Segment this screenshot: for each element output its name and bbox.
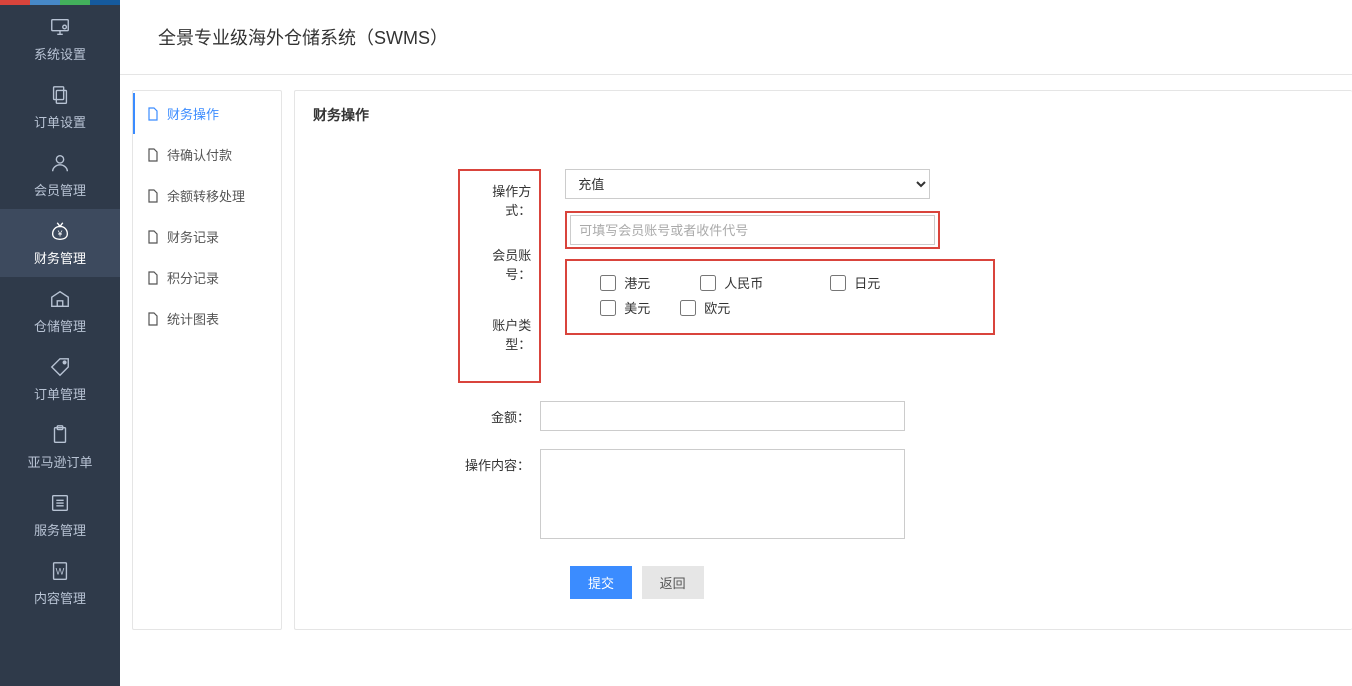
sidebar-item-finance-management[interactable]: ¥ 财务管理 — [0, 209, 120, 277]
checkbox-input-eur[interactable] — [680, 300, 696, 316]
highlighted-label-group: 操作方式： 会员账号： 账户类型： — [458, 169, 541, 383]
sidebar-item-content-management[interactable]: W 内容管理 — [0, 549, 120, 617]
warehouse-icon — [48, 287, 72, 311]
submenu-item-balance-transfer[interactable]: 余额转移处理 — [133, 175, 281, 216]
highlighted-member-account — [565, 211, 940, 249]
top-color-strip — [0, 0, 120, 5]
submenu-item-finance-operation[interactable]: 财务操作 — [133, 93, 281, 134]
checkbox-input-usd[interactable] — [600, 300, 616, 316]
highlighted-account-type: 港元 人民币 日元 — [565, 259, 995, 335]
document-icon — [147, 148, 159, 162]
checkbox-usd[interactable]: 美元 — [600, 298, 680, 317]
checkbox-input-jpy[interactable] — [830, 275, 846, 291]
account-type-label: 账户类型： — [460, 293, 539, 381]
money-bag-icon: ¥ — [48, 219, 72, 243]
svg-text:¥: ¥ — [57, 230, 63, 239]
page-header: 全景专业级海外仓储系统（SWMS） — [120, 0, 1352, 75]
submenu: 财务操作 待确认付款 余额转移处理 财务记录 积分记录 统计图表 — [132, 90, 282, 630]
monitor-gear-icon — [48, 15, 72, 39]
list-icon — [48, 491, 72, 515]
submenu-label: 财务记录 — [167, 227, 219, 246]
sidebar-item-member-management[interactable]: 会员管理 — [0, 141, 120, 209]
documents-icon — [48, 83, 72, 107]
checkbox-label: 日元 — [854, 273, 880, 292]
sidebar-item-label: 服务管理 — [34, 520, 86, 539]
sidebar-item-label: 仓储管理 — [34, 316, 86, 335]
sidebar-item-order-settings[interactable]: 订单设置 — [0, 73, 120, 141]
checkbox-input-hkd[interactable] — [600, 275, 616, 291]
sidebar-item-amazon-orders[interactable]: 亚马逊订单 — [0, 413, 120, 481]
submit-button[interactable]: 提交 — [570, 566, 632, 599]
sidebar-item-label: 会员管理 — [34, 180, 86, 199]
submenu-label: 待确认付款 — [167, 145, 232, 164]
operation-mode-label: 操作方式： — [460, 171, 539, 229]
document-icon — [147, 271, 159, 285]
checkbox-label: 欧元 — [704, 298, 730, 317]
document-icon — [147, 189, 159, 203]
checkbox-jpy[interactable]: 日元 — [830, 273, 940, 292]
amount-label: 金额： — [295, 401, 540, 426]
sidebar-item-label: 订单设置 — [34, 112, 86, 131]
submenu-label: 财务操作 — [167, 104, 219, 123]
sidebar-item-label: 内容管理 — [34, 588, 86, 607]
sidebar-item-label: 亚马逊订单 — [27, 452, 92, 471]
submenu-item-points-records[interactable]: 积分记录 — [133, 257, 281, 298]
sidebar-item-warehouse-management[interactable]: 仓储管理 — [0, 277, 120, 345]
submenu-label: 积分记录 — [167, 268, 219, 287]
checkbox-cny[interactable]: 人民币 — [700, 273, 830, 292]
main-panel: 财务操作 操作方式： 会员账号： 账户类型： 充值 — [294, 90, 1352, 630]
checkbox-input-cny[interactable] — [700, 275, 716, 291]
checkbox-eur[interactable]: 欧元 — [680, 298, 780, 317]
back-button[interactable]: 返回 — [642, 566, 704, 599]
submenu-label: 余额转移处理 — [167, 186, 245, 205]
submenu-item-finance-records[interactable]: 财务记录 — [133, 216, 281, 257]
user-icon — [48, 151, 72, 175]
sidebar-item-service-management[interactable]: 服务管理 — [0, 481, 120, 549]
submenu-label: 统计图表 — [167, 309, 219, 328]
sidebar-item-label: 订单管理 — [34, 384, 86, 403]
operation-mode-select[interactable]: 充值 — [565, 169, 930, 199]
operation-content-label: 操作内容： — [295, 449, 540, 474]
submenu-item-pending-payment[interactable]: 待确认付款 — [133, 134, 281, 175]
document-icon — [147, 312, 159, 326]
checkbox-label: 港元 — [624, 273, 650, 292]
panel-title: 财务操作 — [295, 91, 1352, 139]
sidebar-item-order-management[interactable]: 订单管理 — [0, 345, 120, 413]
member-account-input[interactable] — [570, 215, 935, 245]
submenu-item-statistics-chart[interactable]: 统计图表 — [133, 298, 281, 339]
tag-icon — [48, 355, 72, 379]
document-icon — [147, 107, 159, 121]
main-sidebar: 系统设置 订单设置 会员管理 ¥ 财务管理 仓储管理 订单管理 亚马逊订单 — [0, 0, 120, 686]
checkbox-hkd[interactable]: 港元 — [600, 273, 700, 292]
sidebar-item-system-settings[interactable]: 系统设置 — [0, 5, 120, 73]
word-doc-icon: W — [48, 559, 72, 583]
document-icon — [147, 230, 159, 244]
sidebar-item-label: 系统设置 — [34, 44, 86, 63]
sidebar-item-label: 财务管理 — [34, 248, 86, 267]
clipboard-icon — [48, 423, 72, 447]
member-account-label: 会员账号： — [460, 229, 539, 293]
page-title: 全景专业级海外仓储系统（SWMS） — [158, 24, 448, 50]
checkbox-label: 美元 — [624, 298, 650, 317]
amount-input[interactable] — [540, 401, 905, 431]
checkbox-label: 人民币 — [724, 273, 763, 292]
svg-text:W: W — [56, 567, 65, 577]
operation-content-textarea[interactable] — [540, 449, 905, 539]
